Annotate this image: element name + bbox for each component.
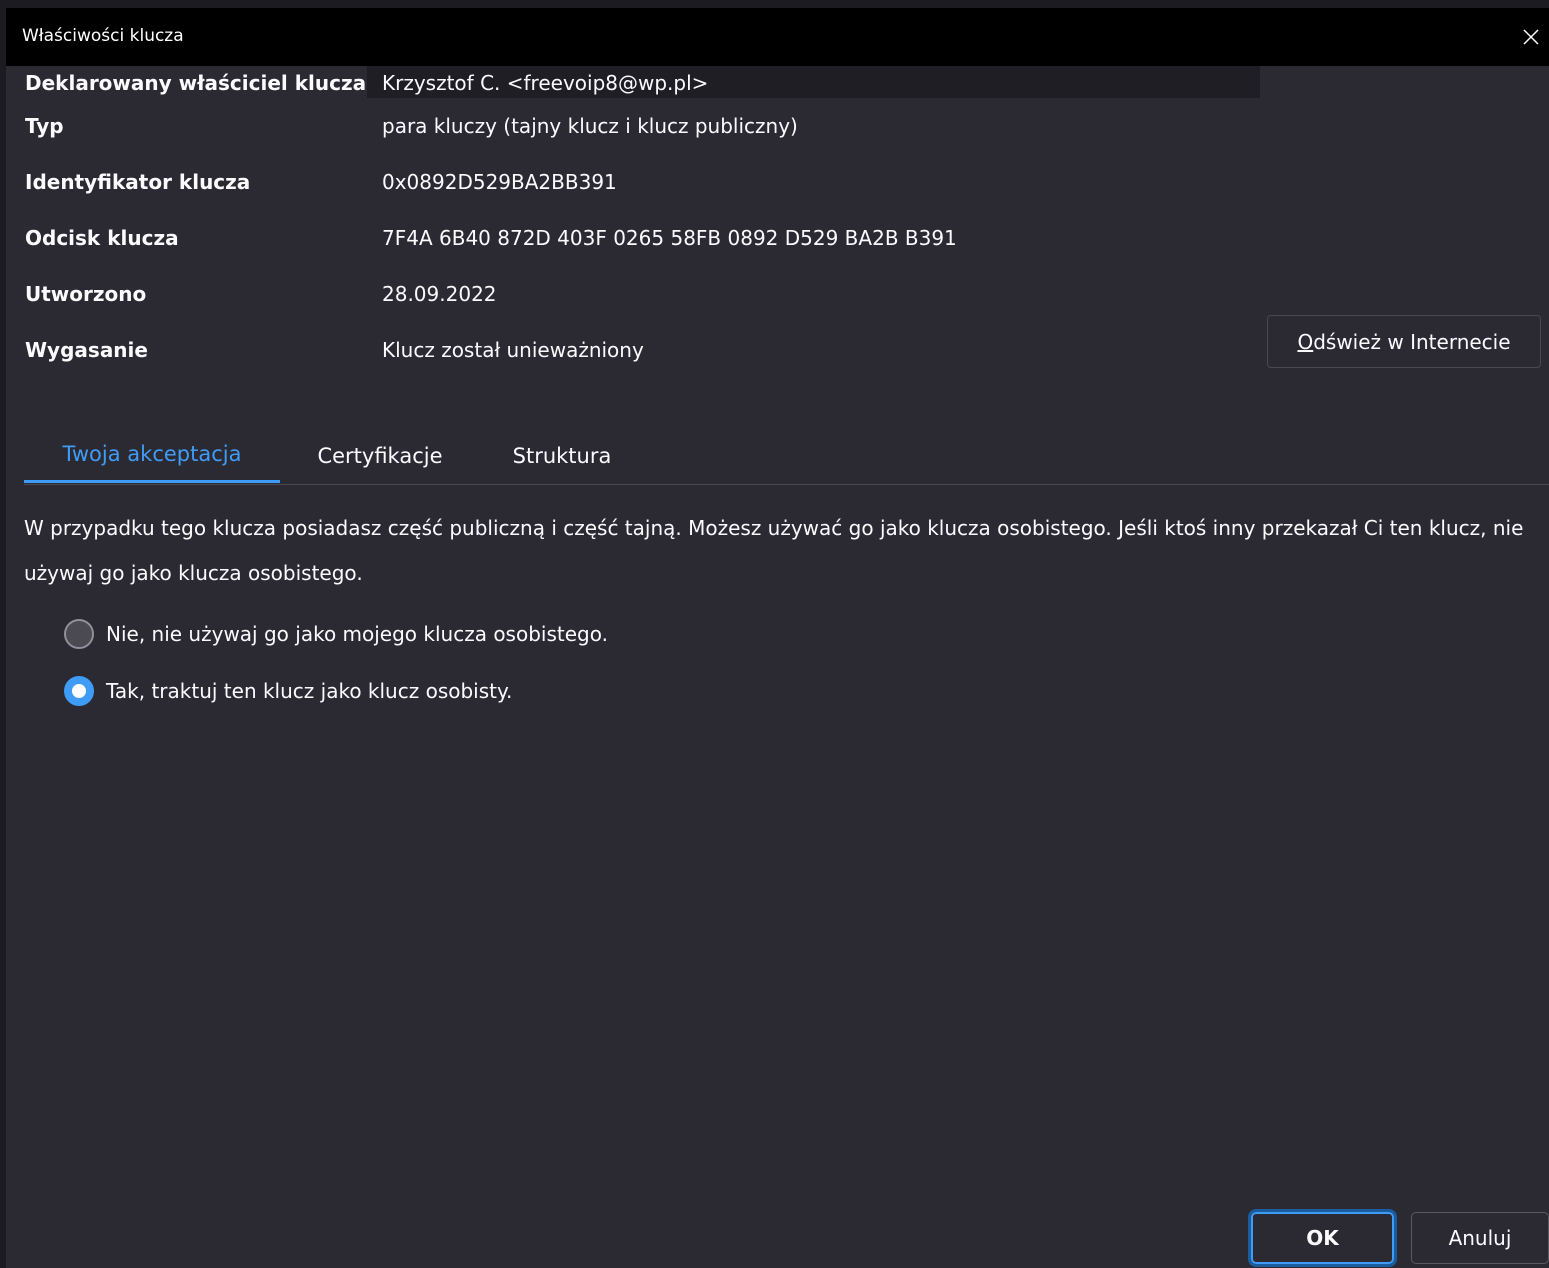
tab-label: Certyfikacje [317, 443, 443, 468]
cancel-button[interactable]: Anuluj [1411, 1212, 1549, 1264]
property-value: 28.09.2022 [382, 282, 497, 306]
property-label: Utworzono [25, 282, 147, 306]
refresh-button-access-key: O [1297, 329, 1314, 354]
radio-option-not-personal[interactable]: Nie, nie używaj go jako mojego klucza os… [64, 616, 608, 652]
close-icon [1523, 29, 1539, 45]
property-row-key-id: Identyfikator klucza 0x0892D529BA2BB391 [6, 170, 1266, 204]
window-title: Właściwości klucza [22, 26, 184, 46]
radio-label: Tak, traktuj ten klucz jako klucz osobis… [106, 679, 513, 703]
property-row-expiry: Wygasanie Klucz został unieważniony [6, 338, 1266, 372]
radio-option-personal[interactable]: Tak, traktuj ten klucz jako klucz osobis… [64, 673, 512, 709]
acceptance-description: W przypadku tego klucza posiadasz część … [24, 516, 1524, 585]
radio-unchecked-icon[interactable] [64, 619, 94, 649]
property-label: Wygasanie [25, 338, 148, 362]
key-properties-dialog: Właściwości klucza Deklarowany właścicie… [6, 8, 1549, 1268]
tab-acceptance[interactable]: Twoja akceptacja [24, 428, 280, 483]
tab-certifications[interactable]: Certyfikacje [280, 428, 480, 483]
property-label: Deklarowany właściciel klucza [25, 71, 367, 95]
radio-label: Nie, nie używaj go jako mojego klucza os… [106, 622, 608, 646]
tab-label: Struktura [512, 443, 612, 468]
radio-checked-icon[interactable] [64, 676, 94, 706]
title-bar: Właściwości klucza [6, 8, 1549, 66]
property-value: para kluczy (tajny klucz i klucz publicz… [382, 114, 798, 138]
refresh-button-label: dśwież w Internecie [1313, 329, 1511, 354]
refresh-online-button[interactable]: Odśwież w Internecie [1267, 315, 1541, 368]
property-label: Identyfikator klucza [25, 170, 251, 194]
property-label: Typ [25, 114, 64, 138]
property-value: 0x0892D529BA2BB391 [382, 170, 617, 194]
tab-bar: Twoja akceptacja Certyfikacje Struktura [24, 428, 1549, 485]
property-label: Odcisk klucza [25, 226, 179, 250]
property-value: 7F4A 6B40 872D 403F 0265 58FB 0892 D529 … [382, 226, 957, 250]
close-button[interactable] [1509, 16, 1549, 58]
tab-structure[interactable]: Struktura [480, 428, 644, 483]
property-row-type: Typ para kluczy (tajny klucz i klucz pub… [6, 114, 1266, 148]
ok-button[interactable]: OK [1248, 1209, 1397, 1267]
tab-label: Twoja akceptacja [62, 442, 242, 466]
property-value: Krzysztof C. <freevoip8@wp.pl> [382, 71, 709, 95]
property-row-created: Utworzono 28.09.2022 [6, 282, 1266, 316]
property-row-fingerprint: Odcisk klucza 7F4A 6B40 872D 403F 0265 5… [6, 226, 1266, 260]
property-value: Klucz został unieważniony [382, 338, 644, 362]
property-row-owner: Deklarowany właściciel klucza Krzysztof … [6, 66, 1266, 100]
